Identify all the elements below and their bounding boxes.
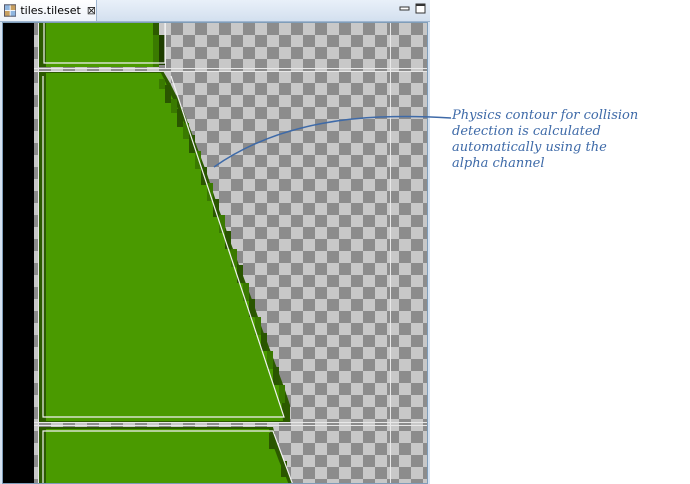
tab-label: tiles.tileset <box>20 4 81 17</box>
annotation-line-3: automatically using the <box>452 140 607 155</box>
tileset-icon <box>4 4 17 17</box>
tab-tiles-tileset[interactable]: tiles.tileset ⊠ <box>0 0 97 21</box>
tileset-canvas[interactable] <box>2 22 428 484</box>
minimize-icon[interactable] <box>399 3 410 14</box>
maximize-icon[interactable] <box>415 3 426 14</box>
tileset-editor: tiles.tileset ⊠ <box>0 0 430 484</box>
grass-tile-bottom <box>38 427 293 483</box>
annotation-line-2: detection is calculated <box>452 124 601 139</box>
grass-tile-top <box>38 23 165 67</box>
annotation-callout: Physics contour for collision detection … <box>452 108 690 172</box>
annotation-line-4: alpha channel <box>452 156 545 171</box>
black-border <box>3 23 34 483</box>
tileset-scene <box>3 23 427 483</box>
view-controls <box>399 3 426 14</box>
annotation-line-1: Physics contour for collision <box>452 108 639 123</box>
close-tab-icon[interactable]: ⊠ <box>87 5 96 16</box>
editor-tab-bar: tiles.tileset ⊠ <box>0 0 430 22</box>
